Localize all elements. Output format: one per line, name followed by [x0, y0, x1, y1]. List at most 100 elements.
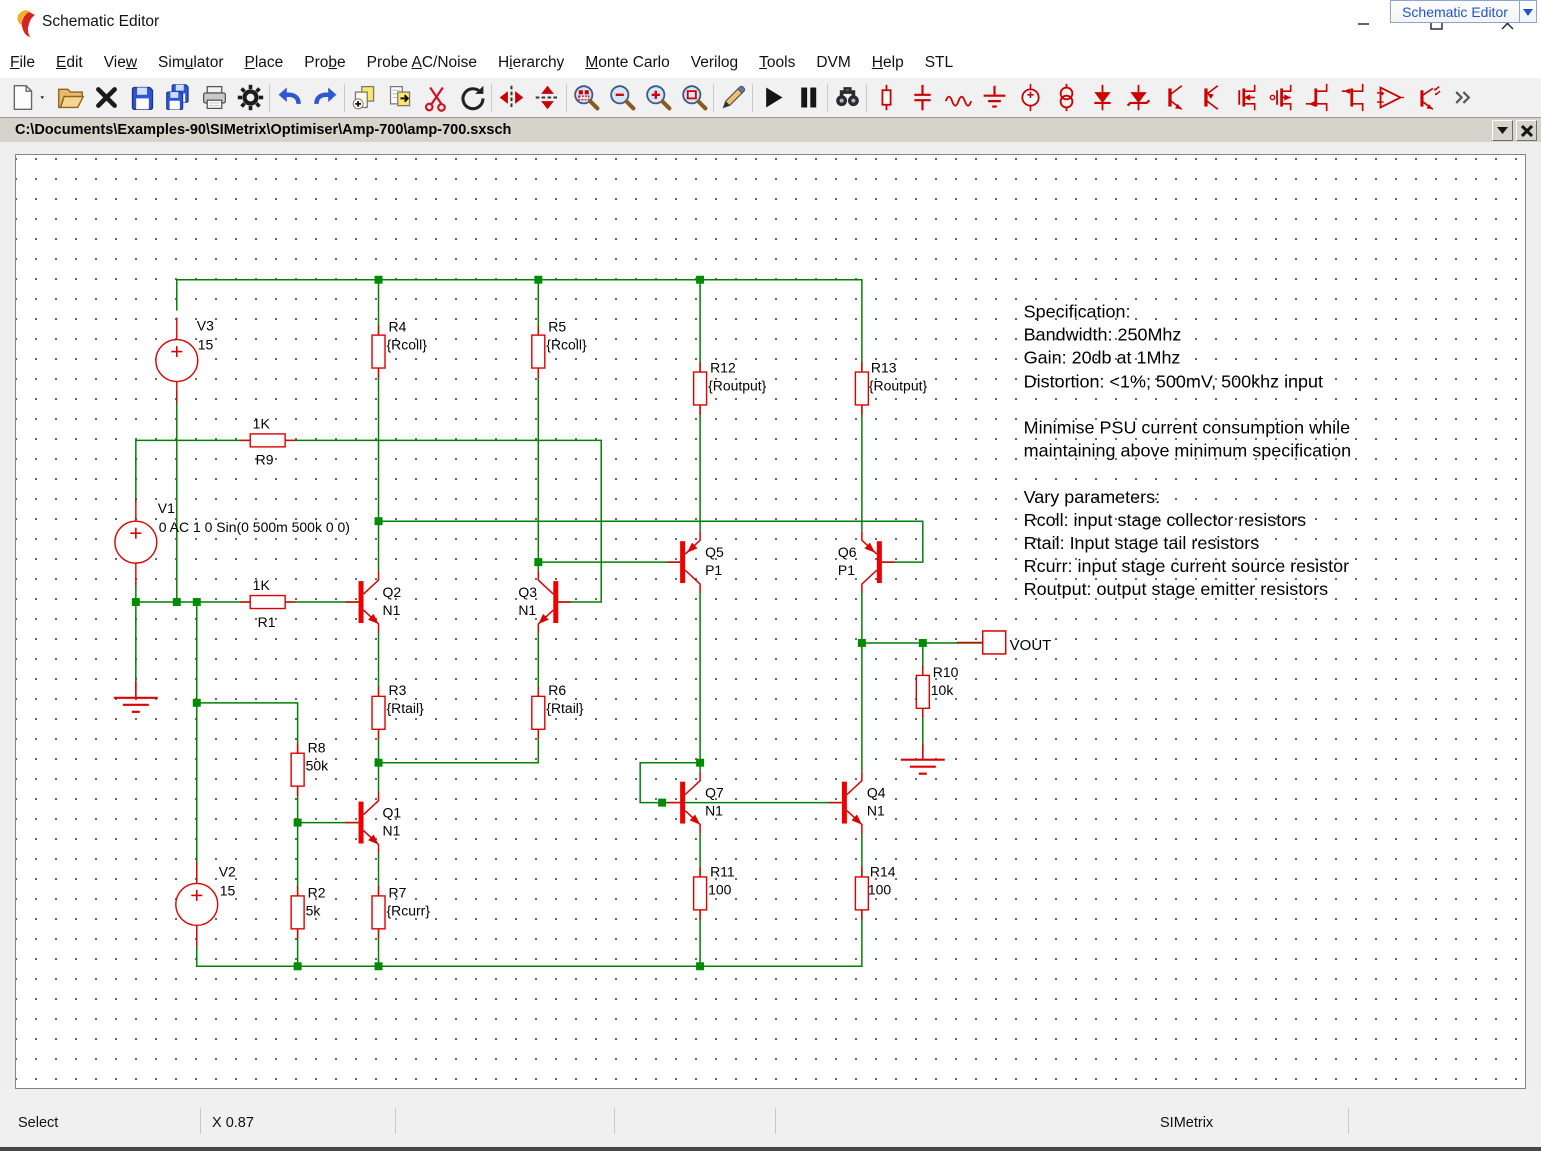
undo-button[interactable] [271, 81, 307, 115]
resistor-R7[interactable]: R7{Rcurr} [372, 884, 430, 938]
schematic-note[interactable]: Distortion: <1%; 500mV, 500khz input [1024, 372, 1323, 392]
resistor-R2[interactable]: R25k [291, 884, 326, 938]
diode-button[interactable] [1084, 81, 1120, 115]
voltage-source-button[interactable] [1012, 81, 1048, 115]
resistor-R5[interactable]: R5{Rcoll} [532, 319, 587, 378]
schematic-note[interactable]: Vary parameters: [1024, 487, 1160, 507]
menu-file[interactable]: File [10, 51, 46, 75]
terminal-vout[interactable]: VOUT [957, 631, 1052, 654]
ground-symbol[interactable] [901, 744, 945, 774]
menu-monte-carlo[interactable]: Monte Carlo [585, 51, 680, 75]
schematic-note[interactable]: Gain: 20db at 1Mhz [1024, 348, 1181, 368]
schematic-note[interactable]: Rcoll: input stage collector resistors [1024, 510, 1307, 530]
menu-tools[interactable]: Tools [759, 51, 806, 75]
wire[interactable] [136, 582, 359, 602]
schematic-note[interactable]: Bandwidth: 250Mhz [1024, 325, 1182, 345]
minimize-button[interactable] [1346, 8, 1380, 38]
settings-gear-button[interactable] [232, 81, 268, 115]
voltage-source-V2[interactable]: V215 [176, 861, 236, 947]
resistor-R12[interactable]: R12{Routput} [694, 360, 767, 415]
resistor-R4[interactable]: R4{Rcoll} [372, 319, 427, 378]
redo-button[interactable] [307, 81, 343, 115]
menu-verilog[interactable]: Verilog [691, 51, 749, 75]
pause-button[interactable] [790, 81, 826, 115]
mode-selector-combo[interactable]: Schematic Editor [1390, 0, 1537, 23]
transistor-Q3[interactable]: Q3N1 [518, 571, 571, 633]
schematic-sheet[interactable]: R4{Rcoll} R5{Rcoll} R12{Routput} R13{Routpu… [15, 154, 1526, 1089]
schematic-note[interactable]: Minimise PSU current consumption while [1024, 417, 1350, 437]
new-button[interactable] [4, 81, 40, 115]
phototransistor-button[interactable] [1408, 81, 1444, 115]
resistor-R11[interactable]: R11100 [694, 863, 735, 919]
voltage-source-V3[interactable]: V315 [156, 318, 214, 404]
inductor-button[interactable] [940, 81, 976, 115]
copy-button[interactable] [346, 81, 382, 115]
capacitor-button[interactable] [904, 81, 940, 115]
ground-button[interactable] [976, 81, 1012, 115]
transistor-Q5[interactable]: Q5P1 [667, 531, 724, 593]
menu-simulator[interactable]: Simulator [158, 51, 234, 75]
zoom-in-button[interactable] [640, 81, 676, 115]
mirror-vertical-button[interactable] [529, 81, 565, 115]
new-dropdown-caret[interactable] [40, 81, 52, 115]
schematic-note[interactable]: Rcurr: input stage current source resist… [1024, 556, 1349, 576]
njfet-transistor-button[interactable] [1300, 81, 1336, 115]
paste-button[interactable] [382, 81, 418, 115]
zoom-fit-button[interactable] [676, 81, 712, 115]
combo-arrow-button[interactable] [1519, 1, 1536, 22]
zoom-area-button[interactable] [568, 81, 604, 115]
zoom-out-button[interactable] [604, 81, 640, 115]
menu-probe[interactable]: Probe [304, 51, 356, 75]
resistor-R9[interactable]: 1KR9 [240, 415, 295, 467]
window-list-button[interactable] [1492, 120, 1513, 141]
menu-edit[interactable]: Edit [56, 51, 94, 75]
transistor-Q2[interactable]: Q2N1 [346, 571, 402, 633]
resistor-button[interactable] [868, 81, 904, 115]
resistor-R1[interactable]: 1KR1 [240, 577, 295, 630]
current-source-button[interactable] [1048, 81, 1084, 115]
wire[interactable] [197, 703, 298, 966]
schematic-note[interactable]: Specification: [1024, 302, 1131, 322]
run-button[interactable] [754, 81, 790, 115]
menu-dvm[interactable]: DVM [816, 51, 861, 75]
menu-stl[interactable]: STL [925, 51, 964, 75]
pmos-transistor-button[interactable] [1264, 81, 1300, 115]
resistor-R13[interactable]: R13{Routput} [855, 360, 927, 415]
schematic-note[interactable]: Routput: output stage emitter resistors [1024, 579, 1329, 599]
opamp-button[interactable] [1372, 81, 1408, 115]
cut-button[interactable] [418, 81, 454, 115]
print-button[interactable] [196, 81, 232, 115]
schematic-note[interactable]: maintaining above minimum specification [1024, 440, 1351, 460]
voltage-source-V1[interactable]: V10 AC 1 0 Sin(0 500m 500k 0 0) [115, 499, 350, 585]
close-schematic-button[interactable] [1516, 120, 1537, 141]
wire[interactable] [640, 763, 842, 803]
save-button[interactable] [124, 81, 160, 115]
pnp-transistor-button[interactable] [1192, 81, 1228, 115]
menu-hierarchy[interactable]: Hierarchy [498, 51, 575, 75]
menu-view[interactable]: View [104, 51, 148, 75]
resistor-R6[interactable]: R6{Rtail} [532, 682, 584, 739]
transistor-Q4[interactable]: Q4N1 [829, 772, 886, 834]
nmos-transistor-button[interactable] [1228, 81, 1264, 115]
resistor-R10[interactable]: R1010k [916, 664, 958, 718]
zener-diode-button[interactable] [1120, 81, 1156, 115]
toolbar-overflow-chevron[interactable] [1444, 81, 1480, 115]
transistor-Q6[interactable]: Q6P1 [838, 531, 895, 593]
ground-symbol[interactable] [114, 682, 158, 712]
find-button[interactable] [829, 81, 865, 115]
resistor-R8[interactable]: R850k [291, 740, 328, 796]
schematic-note[interactable]: Rtail: Input stage tail resistors [1024, 533, 1260, 553]
mirror-horizontal-button[interactable] [493, 81, 529, 115]
close-document-button[interactable] [88, 81, 124, 115]
menu-probe-ac-noise[interactable]: Probe AC/Noise [367, 51, 488, 75]
rotate-button[interactable] [454, 81, 490, 115]
menu-place[interactable]: Place [245, 51, 295, 75]
pjfet-transistor-button[interactable] [1336, 81, 1372, 115]
transistor-Q1[interactable]: Q1N1 [346, 792, 402, 854]
menu-help[interactable]: Help [872, 51, 915, 75]
wire[interactable] [177, 280, 862, 373]
wire-pencil-button[interactable] [715, 81, 751, 115]
resistor-R14[interactable]: R14100 [855, 863, 895, 919]
save-all-button[interactable] [160, 81, 196, 115]
open-button[interactable] [52, 81, 88, 115]
